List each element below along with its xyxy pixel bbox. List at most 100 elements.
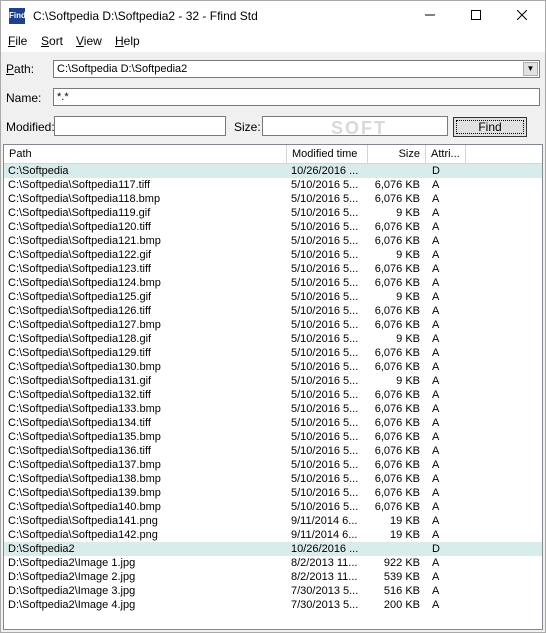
table-row[interactable]: D:\Softpedia2\Image 4.jpg 7/30/2013 5... 2… xyxy=(4,598,542,612)
title-bar[interactable]: Find C:\Softpedia D:\Softpedia2 - 32 - F… xyxy=(1,1,545,31)
cell-path: C:\Softpedia\Softpedia126.tiff xyxy=(8,305,151,317)
menu-view[interactable]: View xyxy=(76,34,102,48)
cell-attributes: A xyxy=(432,207,440,219)
path-combobox[interactable]: C:\Softpedia D:\Softpedia2 ▼ xyxy=(53,60,540,78)
cell-path: C:\Softpedia\Softpedia136.tiff xyxy=(8,445,151,457)
app-icon[interactable]: Find xyxy=(9,8,26,24)
table-row[interactable]: C:\Softpedia\Softpedia138.bmp 5/10/2016 5… xyxy=(4,472,542,486)
cell-size: 6,076 KB xyxy=(374,361,420,373)
table-row[interactable]: C:\Softpedia 10/26/2016 ... D xyxy=(4,164,542,178)
table-row[interactable]: C:\Softpedia\Softpedia136.tiff 5/10/2016 … xyxy=(4,444,542,458)
table-row[interactable]: D:\Softpedia2\Image 3.jpg 7/30/2013 5... 5… xyxy=(4,584,542,598)
cell-modified-time: 5/10/2016 5... xyxy=(291,235,359,247)
name-input[interactable]: *.* xyxy=(53,88,540,106)
cell-modified-time: 5/10/2016 5... xyxy=(291,445,359,457)
cell-size: 19 KB xyxy=(390,529,420,541)
cell-size: 6,076 KB xyxy=(374,473,420,485)
cell-modified-time: 8/2/2013 11... xyxy=(291,557,358,569)
cell-size: 922 KB xyxy=(383,557,420,569)
table-row[interactable]: C:\Softpedia\Softpedia133.bmp 5/10/2016 5… xyxy=(4,402,542,416)
menu-sort[interactable]: Sort xyxy=(41,34,63,48)
header-path[interactable]: Path xyxy=(4,145,287,163)
cell-modified-time: 5/10/2016 5... xyxy=(291,207,359,219)
cell-size: 6,076 KB xyxy=(374,487,420,499)
cell-attributes: A xyxy=(432,235,440,247)
table-row[interactable]: C:\Softpedia\Softpedia127.bmp 5/10/2016 5… xyxy=(4,318,542,332)
cell-path: C:\Softpedia xyxy=(8,165,69,177)
cell-attributes: A xyxy=(432,179,440,191)
minimize-button[interactable] xyxy=(407,1,453,31)
table-row[interactable]: C:\Softpedia\Softpedia117.tiff 5/10/2016 … xyxy=(4,178,542,192)
table-row[interactable]: C:\Softpedia\Softpedia141.png 9/11/2014 6… xyxy=(4,514,542,528)
table-row[interactable]: C:\Softpedia\Softpedia132.tiff 5/10/2016 … xyxy=(4,388,542,402)
menu-bar: File Sort View Help xyxy=(1,31,545,52)
cell-path: C:\Softpedia\Softpedia124.bmp xyxy=(8,277,161,289)
dropdown-arrow-icon[interactable]: ▼ xyxy=(523,62,538,76)
cell-path: C:\Softpedia\Softpedia132.tiff xyxy=(8,389,151,401)
cell-attributes: A xyxy=(432,557,440,569)
cell-path: C:\Softpedia\Softpedia122.gif xyxy=(8,249,152,261)
size-label: Size: xyxy=(234,120,261,134)
cell-size: 516 KB xyxy=(383,585,420,597)
table-row[interactable]: C:\Softpedia\Softpedia139.bmp 5/10/2016 5… xyxy=(4,486,542,500)
table-row[interactable]: D:\Softpedia2\Image 2.jpg 8/2/2013 11... 5… xyxy=(4,570,542,584)
table-row[interactable]: C:\Softpedia\Softpedia137.bmp 5/10/2016 5… xyxy=(4,458,542,472)
cell-path: C:\Softpedia\Softpedia119.gif xyxy=(8,207,151,219)
table-row[interactable]: C:\Softpedia\Softpedia122.gif 5/10/2016 5… xyxy=(4,248,542,262)
cell-size: 6,076 KB xyxy=(374,403,420,415)
cell-size: 19 KB xyxy=(390,515,420,527)
table-row[interactable]: C:\Softpedia\Softpedia130.bmp 5/10/2016 5… xyxy=(4,360,542,374)
cell-path: C:\Softpedia\Softpedia135.bmp xyxy=(8,431,161,443)
table-row[interactable]: C:\Softpedia\Softpedia134.tiff 5/10/2016 … xyxy=(4,416,542,430)
cell-path: C:\Softpedia\Softpedia120.tiff xyxy=(8,221,151,233)
find-button[interactable]: Find xyxy=(453,117,527,137)
table-row[interactable]: C:\Softpedia\Softpedia123.tiff 5/10/2016 … xyxy=(4,262,542,276)
cell-path: D:\Softpedia2\Image 1.jpg xyxy=(8,557,136,569)
menu-help[interactable]: Help xyxy=(115,34,140,48)
cell-size: 6,076 KB xyxy=(374,389,420,401)
table-row[interactable]: C:\Softpedia\Softpedia129.tiff 5/10/2016 … xyxy=(4,346,542,360)
cell-path: C:\Softpedia\Softpedia142.png xyxy=(8,529,158,541)
cell-attributes: A xyxy=(432,417,440,429)
table-row[interactable]: C:\Softpedia\Softpedia140.bmp 5/10/2016 5… xyxy=(4,500,542,514)
cell-size: 9 KB xyxy=(396,249,420,261)
table-row[interactable]: C:\Softpedia\Softpedia124.bmp 5/10/2016 5… xyxy=(4,276,542,290)
cell-modified-time: 5/10/2016 5... xyxy=(291,333,359,345)
table-row[interactable]: C:\Softpedia\Softpedia126.tiff 5/10/2016 … xyxy=(4,304,542,318)
table-row[interactable]: C:\Softpedia\Softpedia125.gif 5/10/2016 5… xyxy=(4,290,542,304)
cell-size: 6,076 KB xyxy=(374,431,420,443)
header-size[interactable]: Size xyxy=(368,145,426,163)
close-button[interactable] xyxy=(499,1,545,31)
table-row[interactable]: D:\Softpedia2\Image 1.jpg 8/2/2013 11... 9… xyxy=(4,556,542,570)
results-list[interactable]: Path Modified time Size Attri... C:\Soft… xyxy=(3,144,543,630)
cell-attributes: A xyxy=(432,445,440,457)
modified-input[interactable] xyxy=(54,116,226,136)
table-row[interactable]: C:\Softpedia\Softpedia119.gif 5/10/2016 5… xyxy=(4,206,542,220)
cell-attributes: A xyxy=(432,221,440,233)
maximize-button[interactable] xyxy=(453,1,499,31)
table-row[interactable]: C:\Softpedia\Softpedia118.bmp 5/10/2016 5… xyxy=(4,192,542,206)
table-row[interactable]: C:\Softpedia\Softpedia121.bmp 5/10/2016 5… xyxy=(4,234,542,248)
table-row[interactable]: C:\Softpedia\Softpedia142.png 9/11/2014 6… xyxy=(4,528,542,542)
cell-size: 6,076 KB xyxy=(374,417,420,429)
header-modified-time[interactable]: Modified time xyxy=(287,145,368,163)
table-row[interactable]: C:\Softpedia\Softpedia128.gif 5/10/2016 5… xyxy=(4,332,542,346)
table-row[interactable]: C:\Softpedia\Softpedia131.gif 5/10/2016 5… xyxy=(4,374,542,388)
cell-attributes: A xyxy=(432,389,440,401)
menu-file[interactable]: File xyxy=(8,34,27,48)
table-row[interactable]: C:\Softpedia\Softpedia120.tiff 5/10/2016 … xyxy=(4,220,542,234)
cell-modified-time: 5/10/2016 5... xyxy=(291,305,359,317)
cell-size: 6,076 KB xyxy=(374,277,420,289)
header-attributes[interactable]: Attri... xyxy=(426,145,466,163)
cell-modified-time: 5/10/2016 5... xyxy=(291,193,359,205)
table-row[interactable]: C:\Softpedia\Softpedia135.bmp 5/10/2016 5… xyxy=(4,430,542,444)
cell-modified-time: 5/10/2016 5... xyxy=(291,179,359,191)
cell-modified-time: 7/30/2013 5... xyxy=(291,585,359,597)
cell-path: C:\Softpedia\Softpedia134.tiff xyxy=(8,417,151,429)
path-value: C:\Softpedia D:\Softpedia2 xyxy=(57,63,188,75)
cell-attributes: A xyxy=(432,529,440,541)
maximize-icon xyxy=(471,10,481,20)
table-row[interactable]: D:\Softpedia2 10/26/2016 ... D xyxy=(4,542,542,556)
cell-attributes: A xyxy=(432,599,440,611)
cell-path: C:\Softpedia\Softpedia130.bmp xyxy=(8,361,161,373)
